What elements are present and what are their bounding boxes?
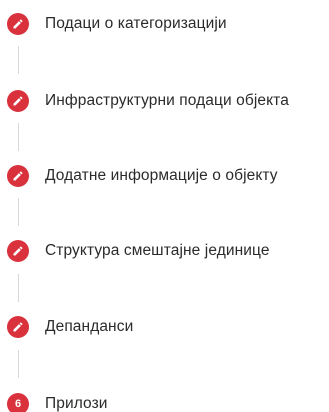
- step-additional-info[interactable]: Додатне информације о објекту: [0, 161, 329, 191]
- pencil-icon: [7, 90, 29, 112]
- pencil-icon: [7, 316, 29, 338]
- step-categorization-data[interactable]: Подаци о категоризацији: [0, 9, 329, 39]
- step-label: Инфраструктурни подаци објекта: [45, 92, 289, 109]
- step-label: Прилози: [45, 395, 108, 412]
- step-infrastructure-data[interactable]: Инфраструктурни подаци објекта: [0, 86, 329, 116]
- vertical-stepper: Подаци о категоризацији Инфраструктурни …: [0, 0, 329, 412]
- step-annexes[interactable]: Депанданси: [0, 312, 329, 342]
- pencil-icon: [7, 240, 29, 262]
- step-connector: [18, 350, 19, 378]
- step-unit-structure[interactable]: Структура смештајне јединице: [0, 236, 329, 266]
- step-number: 6: [14, 397, 22, 410]
- pencil-icon: [7, 13, 29, 35]
- step-label: Додатне информације о објекту: [45, 167, 278, 184]
- step-attachments[interactable]: 6 Прилози: [0, 389, 329, 412]
- step-label: Структура смештајне јединице: [45, 242, 270, 259]
- step-number-badge: 6: [7, 393, 29, 412]
- step-connector: [18, 123, 19, 151]
- pencil-icon: [7, 165, 29, 187]
- step-label: Подаци о категоризацији: [45, 15, 227, 32]
- step-connector: [18, 274, 19, 302]
- step-connector: [18, 46, 19, 74]
- step-connector: [18, 198, 19, 226]
- step-label: Депанданси: [45, 318, 134, 335]
